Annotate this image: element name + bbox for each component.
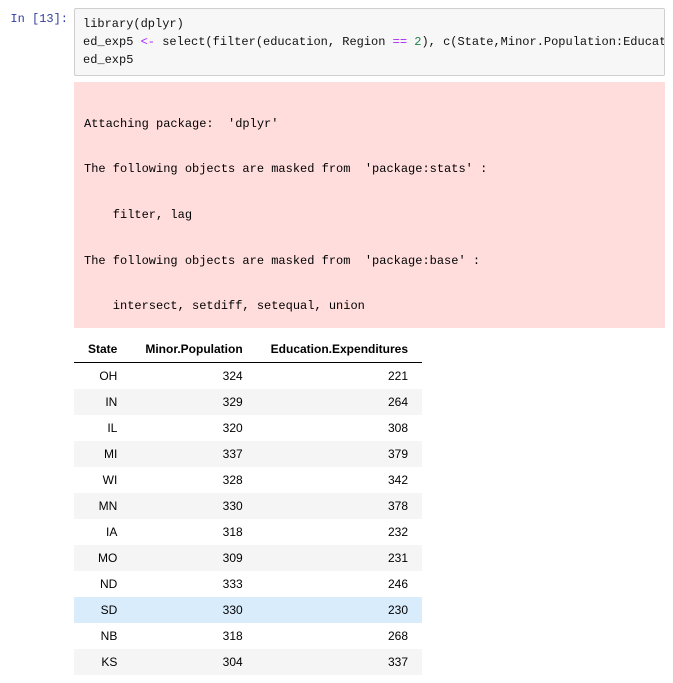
- table-cell: IL: [74, 415, 131, 441]
- table-row: WI328342: [74, 467, 422, 493]
- table-cell: OH: [74, 362, 131, 389]
- table-row: MO309231: [74, 545, 422, 571]
- code-input[interactable]: library(dplyr) ed_exp5 <- select(filter(…: [74, 8, 665, 76]
- dataframe-output: State Minor.Population Education.Expendi…: [74, 336, 422, 675]
- table-cell: 342: [257, 467, 422, 493]
- table-cell: 330: [131, 493, 256, 519]
- table-cell: MN: [74, 493, 131, 519]
- table-cell: 328: [131, 467, 256, 493]
- table-cell: 378: [257, 493, 422, 519]
- table-cell: 320: [131, 415, 256, 441]
- table-cell: 264: [257, 389, 422, 415]
- table-cell: IN: [74, 389, 131, 415]
- cell-content: library(dplyr) ed_exp5 <- select(filter(…: [74, 8, 665, 675]
- table-cell: 232: [257, 519, 422, 545]
- table-cell: 333: [131, 571, 256, 597]
- table-cell: WI: [74, 467, 131, 493]
- table-cell: 329: [131, 389, 256, 415]
- table-cell: ND: [74, 571, 131, 597]
- table-body: OH324221IN329264IL320308MI337379WI328342…: [74, 362, 422, 675]
- col-header-edu-exp: Education.Expenditures: [257, 336, 422, 363]
- table-row: MN330378: [74, 493, 422, 519]
- table-cell: 246: [257, 571, 422, 597]
- table-row: ND333246: [74, 571, 422, 597]
- table-cell: KS: [74, 649, 131, 675]
- table-cell: 330: [131, 597, 256, 623]
- table-row: NB318268: [74, 623, 422, 649]
- code-line-2-b: select(filter(education, Region: [155, 35, 393, 49]
- table-row: OH324221: [74, 362, 422, 389]
- table-cell: MI: [74, 441, 131, 467]
- eq-operator: ==: [393, 35, 407, 49]
- table-row: IN329264: [74, 389, 422, 415]
- notebook-cell: In [13]: library(dplyr) ed_exp5 <- selec…: [8, 8, 665, 675]
- input-prompt: In [13]:: [8, 8, 74, 26]
- table-row: SD330230: [74, 597, 422, 623]
- table-cell: 379: [257, 441, 422, 467]
- code-line-2-a: ed_exp5: [83, 35, 141, 49]
- table-cell: 221: [257, 362, 422, 389]
- table-cell: 308: [257, 415, 422, 441]
- table-cell: 304: [131, 649, 256, 675]
- code-line-3: ed_exp5: [83, 53, 133, 67]
- table-cell: 268: [257, 623, 422, 649]
- table-head: State Minor.Population Education.Expendi…: [74, 336, 422, 363]
- table-cell: 318: [131, 623, 256, 649]
- col-header-minor-pop: Minor.Population: [131, 336, 256, 363]
- table-cell: 309: [131, 545, 256, 571]
- prompt-label: In [13]:: [10, 12, 68, 26]
- table-row: KS304337: [74, 649, 422, 675]
- assign-arrow: <-: [141, 35, 155, 49]
- table-cell: 318: [131, 519, 256, 545]
- table-header-row: State Minor.Population Education.Expendi…: [74, 336, 422, 363]
- table-cell: 231: [257, 545, 422, 571]
- table-row: IA318232: [74, 519, 422, 545]
- code-line-1: library(dplyr): [83, 17, 184, 31]
- table-row: IL320308: [74, 415, 422, 441]
- table-cell: MO: [74, 545, 131, 571]
- table-cell: 324: [131, 362, 256, 389]
- stderr-output: Attaching package: 'dplyr' The following…: [74, 82, 665, 328]
- table-cell: SD: [74, 597, 131, 623]
- table-cell: IA: [74, 519, 131, 545]
- col-header-state: State: [74, 336, 131, 363]
- code-line-2-c: ), c(State,Minor.Population:Education.Ex…: [421, 35, 665, 49]
- table-cell: NB: [74, 623, 131, 649]
- table-cell: 230: [257, 597, 422, 623]
- table-cell: 337: [131, 441, 256, 467]
- table-cell: 337: [257, 649, 422, 675]
- table-row: MI337379: [74, 441, 422, 467]
